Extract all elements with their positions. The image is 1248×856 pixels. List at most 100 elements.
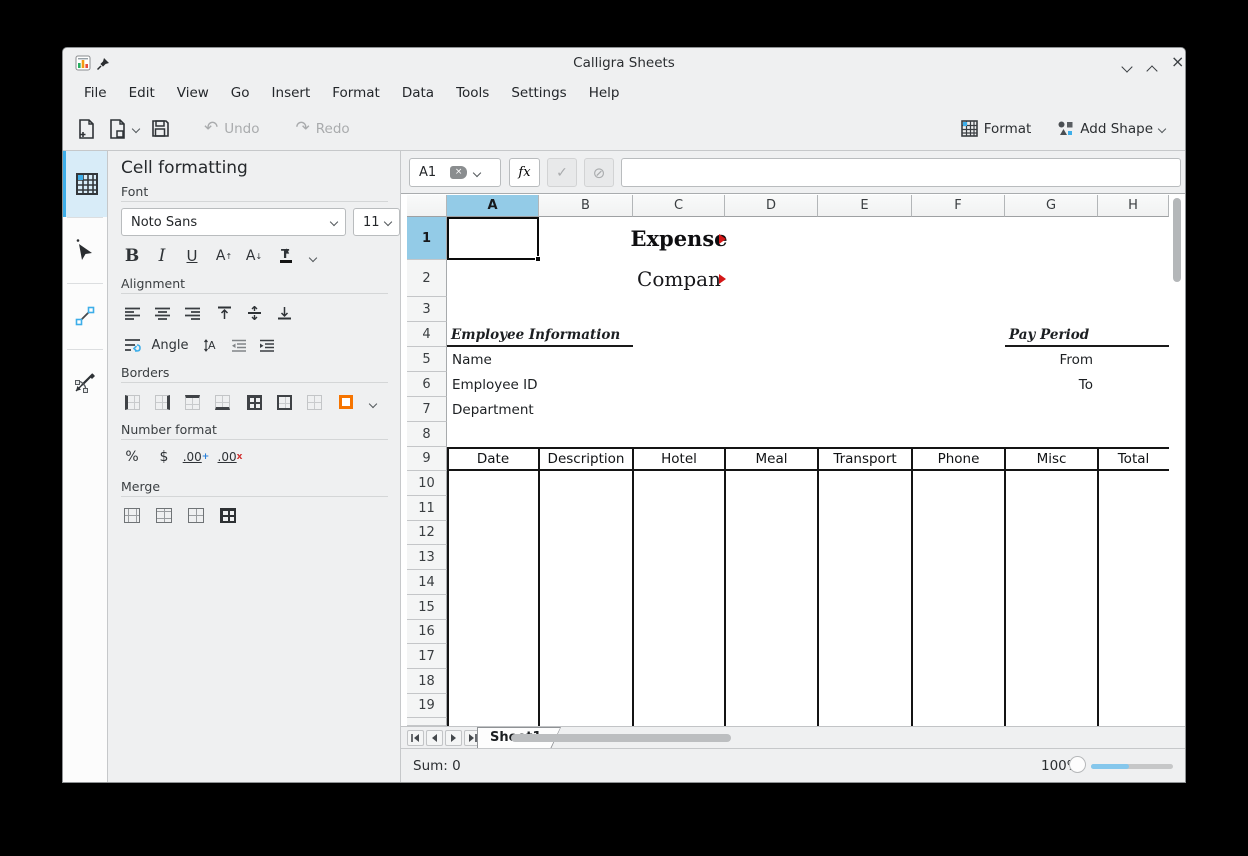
tool-selection[interactable] — [63, 217, 107, 283]
indent-more-button[interactable] — [254, 333, 280, 357]
row-header-14[interactable]: 14 — [407, 570, 447, 595]
row-header-7[interactable]: 7 — [407, 397, 447, 422]
formula-function-button[interactable]: fx — [509, 158, 540, 187]
undo-button[interactable]: ↶ Undo — [198, 114, 266, 144]
decrease-precision-button[interactable]: .00x — [217, 445, 243, 469]
underline-button[interactable]: U — [179, 244, 205, 268]
angle-button[interactable]: Angle — [147, 333, 193, 357]
add-shape-chevron-icon[interactable] — [1158, 124, 1166, 132]
cell-c2[interactable]: Compan — [633, 260, 725, 297]
row-header-1[interactable]: 1 — [407, 217, 447, 260]
tool-path-edit[interactable] — [63, 349, 107, 415]
tool-cell-tools[interactable] — [63, 151, 107, 217]
align-bottom-button[interactable] — [271, 301, 297, 325]
format-button[interactable]: Format — [955, 114, 1038, 144]
row-header-6[interactable]: 6 — [407, 372, 447, 397]
italic-button[interactable]: I — [149, 244, 175, 268]
grid-corner[interactable] — [407, 195, 447, 217]
open-recent-chevron-icon[interactable] — [132, 124, 140, 132]
menu-item-view[interactable]: View — [166, 81, 220, 105]
grow-font-button[interactable]: A↑ — [211, 244, 237, 268]
table-header-misc[interactable]: Misc — [1005, 447, 1098, 471]
cell-a5[interactable]: Name — [447, 347, 539, 372]
table-header-description[interactable]: Description — [539, 447, 633, 471]
add-shape-button[interactable]: Add Shape — [1051, 114, 1171, 144]
column-header-c[interactable]: C — [633, 195, 725, 217]
font-size-combo[interactable]: 11 — [353, 208, 400, 236]
row-header-20-partial[interactable] — [407, 718, 447, 726]
row-header-16[interactable]: 16 — [407, 620, 447, 644]
cell-g5[interactable]: From — [1005, 347, 1098, 372]
column-header-a[interactable]: A — [447, 195, 539, 217]
sheet-view[interactable]: ABCDEFGH12345678910111213141516171819Exp… — [401, 193, 1186, 726]
formula-input[interactable] — [621, 158, 1181, 187]
align-middle-button[interactable] — [241, 301, 267, 325]
cell-a4[interactable]: Employee Information — [447, 322, 539, 347]
cell-g4[interactable]: Pay Period — [1005, 322, 1098, 347]
new-document-button[interactable] — [71, 114, 102, 144]
border-top-button[interactable] — [179, 390, 205, 414]
row-header-15[interactable]: 15 — [407, 595, 447, 620]
border-all-button[interactable] — [241, 390, 267, 414]
selection-fill-handle[interactable] — [535, 256, 541, 262]
spreadsheet-grid[interactable]: ABCDEFGH12345678910111213141516171819Exp… — [407, 195, 1171, 726]
percent-format-button[interactable]: % — [119, 445, 145, 469]
menu-item-help[interactable]: Help — [578, 81, 631, 105]
title-bar[interactable]: Calligra Sheets × — [63, 48, 1185, 78]
border-left-button[interactable] — [119, 390, 145, 414]
cell-g6[interactable]: To — [1005, 372, 1098, 397]
row-header-11[interactable]: 11 — [407, 496, 447, 521]
border-none-button[interactable] — [301, 390, 327, 414]
pin-icon[interactable] — [96, 56, 112, 72]
column-header-h[interactable]: H — [1098, 195, 1169, 217]
open-document-button[interactable] — [102, 114, 145, 144]
font-family-combo[interactable]: Noto Sans — [121, 208, 346, 236]
table-header-transport[interactable]: Transport — [818, 447, 912, 471]
currency-format-button[interactable]: $ — [151, 445, 177, 469]
tool-connector[interactable] — [63, 283, 107, 349]
font-color-button[interactable]: T — [273, 244, 299, 268]
row-header-4[interactable]: 4 — [407, 322, 447, 347]
column-header-f[interactable]: F — [912, 195, 1005, 217]
border-bottom-button[interactable] — [209, 390, 235, 414]
vertical-text-button[interactable]: A — [198, 333, 224, 357]
row-header-9[interactable]: 9 — [407, 447, 447, 471]
zoom-slider-track[interactable] — [1091, 764, 1173, 769]
row-header-3[interactable]: 3 — [407, 297, 447, 322]
menu-item-data[interactable]: Data — [391, 81, 445, 105]
cancel-formula-button[interactable]: ⊘ — [584, 158, 614, 187]
border-more-chevron-icon[interactable] — [360, 392, 386, 416]
first-sheet-button[interactable] — [407, 730, 424, 746]
cell-a6[interactable]: Employee ID — [447, 372, 539, 397]
table-header-total[interactable]: Total — [1098, 447, 1169, 471]
cell-c1[interactable]: Expense — [633, 217, 725, 260]
menu-item-format[interactable]: Format — [321, 81, 391, 105]
table-header-hotel[interactable]: Hotel — [633, 447, 725, 471]
table-header-phone[interactable]: Phone — [912, 447, 1005, 471]
menu-item-settings[interactable]: Settings — [500, 81, 577, 105]
align-right-button[interactable] — [179, 301, 205, 325]
align-left-button[interactable] — [119, 301, 145, 325]
horizontal-scrollbar[interactable] — [511, 734, 731, 742]
merge-cells-button[interactable] — [119, 503, 145, 527]
bold-button[interactable]: B — [119, 244, 145, 268]
column-header-e[interactable]: E — [818, 195, 912, 217]
maximize-button[interactable] — [1148, 60, 1164, 74]
table-header-date[interactable]: Date — [447, 447, 539, 471]
apply-formula-button[interactable]: ✓ — [547, 158, 577, 187]
clear-reference-icon[interactable]: × — [450, 166, 467, 179]
row-header-12[interactable]: 12 — [407, 521, 447, 545]
zoom-slider-handle[interactable] — [1069, 756, 1086, 773]
row-header-13[interactable]: 13 — [407, 545, 447, 570]
menu-item-edit[interactable]: Edit — [118, 81, 166, 105]
increase-precision-button[interactable]: .00+ — [183, 445, 209, 469]
column-header-g[interactable]: G — [1005, 195, 1098, 217]
column-header-b[interactable]: B — [539, 195, 633, 217]
border-color-button[interactable] — [333, 390, 359, 414]
shrink-font-button[interactable]: A↓ — [241, 244, 267, 268]
menu-item-insert[interactable]: Insert — [261, 81, 322, 105]
row-header-17[interactable]: 17 — [407, 644, 447, 669]
row-header-18[interactable]: 18 — [407, 669, 447, 694]
menu-item-go[interactable]: Go — [220, 81, 261, 105]
dissociate-cells-button[interactable] — [215, 503, 241, 527]
